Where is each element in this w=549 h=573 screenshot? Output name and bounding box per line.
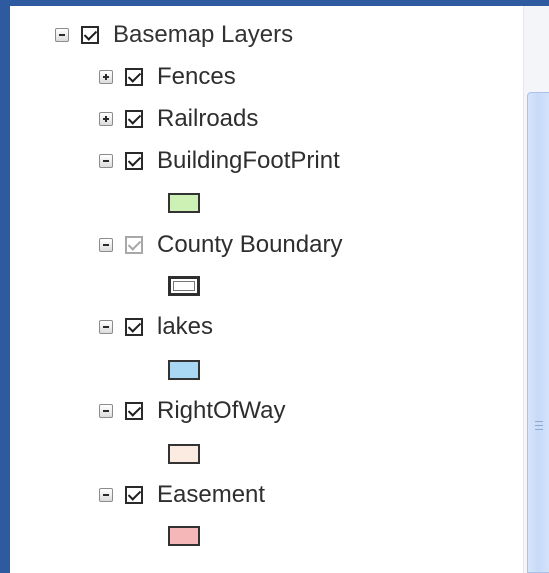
rightofway-legend-swatch — [168, 444, 200, 464]
basemap-layers-label: Basemap Layers — [113, 21, 294, 48]
tree-node-rightofway: RightOfWay — [99, 396, 285, 426]
tree-node-railroads: Railroads — [99, 104, 258, 134]
scrollbar-grip-icon — [535, 421, 543, 433]
collapse-icon[interactable] — [99, 154, 113, 168]
county-boundary-label: County Boundary — [157, 231, 343, 258]
fences-label: Fences — [157, 63, 236, 90]
railroads-label: Railroads — [157, 105, 259, 132]
collapse-icon[interactable] — [55, 28, 69, 42]
easement-checkbox[interactable] — [125, 486, 143, 504]
tree-node-easement: Easement — [99, 480, 265, 510]
collapse-icon[interactable] — [99, 320, 113, 334]
vertical-scrollbar-thumb[interactable] — [527, 92, 549, 573]
basemap-layers-checkbox[interactable] — [81, 26, 99, 44]
expand-icon[interactable] — [99, 112, 113, 126]
tree-node-buildingfootprint: BuildingFootPrint — [99, 146, 340, 176]
lakes-checkbox[interactable] — [125, 318, 143, 336]
expand-icon[interactable] — [99, 70, 113, 84]
rightofway-checkbox[interactable] — [125, 402, 143, 420]
tree-node-lakes: lakes — [99, 312, 213, 342]
easement-label: Easement — [157, 481, 266, 508]
buildingfootprint-legend-swatch — [168, 193, 200, 213]
county-boundary-checkbox[interactable] — [125, 236, 143, 254]
railroads-checkbox[interactable] — [125, 110, 143, 128]
layer-tree-panel: Basemap Layers Fences Railroads Building… — [10, 6, 523, 573]
tree-node-basemap-layers: Basemap Layers — [55, 20, 293, 50]
county-boundary-legend-swatch — [168, 276, 200, 296]
collapse-icon[interactable] — [99, 488, 113, 502]
buildingfootprint-label: BuildingFootPrint — [157, 147, 340, 174]
easement-legend-swatch — [168, 526, 200, 546]
window-frame-left — [0, 0, 10, 573]
collapse-icon[interactable] — [99, 238, 113, 252]
lakes-legend-swatch — [168, 360, 200, 380]
buildingfootprint-checkbox[interactable] — [125, 152, 143, 170]
fences-checkbox[interactable] — [125, 68, 143, 86]
rightofway-label: RightOfWay — [157, 397, 286, 424]
tree-node-fences: Fences — [99, 62, 236, 92]
tree-node-county-boundary: County Boundary — [99, 230, 342, 260]
collapse-icon[interactable] — [99, 404, 113, 418]
lakes-label: lakes — [157, 313, 214, 340]
